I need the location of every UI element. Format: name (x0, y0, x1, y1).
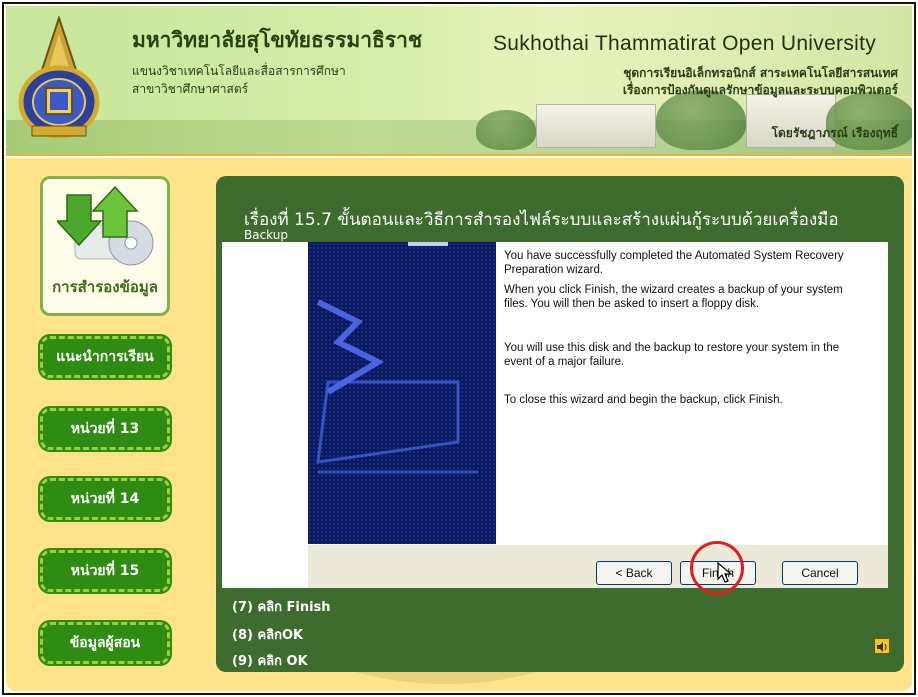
lesson-title-continued: Backup (244, 228, 288, 242)
university-thai-title: มหาวิทยาลัยสุโขทัยธรรมาธิราช (132, 27, 423, 52)
university-english-title: Sukhothai Thammatirat Open University (493, 32, 877, 55)
wizard-side-graphic (308, 242, 496, 544)
wizard-button-bar: < Back Finish Cancel (308, 541, 888, 595)
wizard-text-completed: You have successfully completed the Auto… (504, 250, 844, 276)
wizard-text-restore-info: You will use this disk and the backup to… (504, 342, 840, 368)
wizard-text-finish-info: When you click Finish, the wizard create… (504, 284, 843, 310)
mouse-cursor-icon (717, 561, 733, 583)
lesson-panel: เรื่องที่ 15.7 ขั้นตอนและวิธีการสำรองไฟล… (216, 176, 904, 672)
tree-decoration (476, 110, 536, 150)
lesson-title: เรื่องที่ 15.7 ขั้นตอนและวิธีการสำรองไฟล… (244, 210, 839, 230)
sidebar-item-intro[interactable]: แนะนำการเรียน (40, 336, 170, 378)
university-seal-logo (18, 16, 100, 139)
backup-logo-box[interactable]: การสำรองข้อมูล (40, 176, 170, 316)
sidebar-item-unit-14[interactable]: หน่วยที่ 14 (40, 478, 170, 520)
step-9: (9) คลิก OK (232, 654, 308, 669)
speaker-icon[interactable] (874, 638, 890, 654)
wizard-text-close-info: To close this wizard and begin the backu… (504, 394, 783, 406)
back-button[interactable]: < Back (596, 561, 672, 585)
sidebar-item-unit-15[interactable]: หน่วยที่ 15 (40, 550, 170, 592)
department-label: แขนงวิชาเทคโนโลยีและสื่อสารการศึกษา (132, 64, 346, 78)
step-8: (8) คลิกOK (232, 628, 304, 643)
author-credit: โดยรัชฎาภรณ์ เรืองฤทธิ์ (771, 126, 898, 140)
step-7: (7) คลิก Finish (232, 600, 331, 615)
course-topic: เรื่องการป้องกันดูแลรักษาข้อมูลและระบบคอ… (622, 83, 898, 97)
wizard-screenshot: You have successfully completed the Auto… (222, 242, 888, 595)
header-banner: มหาวิทยาลัยสุโขทัยธรรมาธิราช แขนงวิชาเทค… (6, 6, 912, 156)
backup-logo-label: การสำรองข้อมูล (52, 278, 158, 296)
building-decoration (536, 104, 656, 148)
sidebar-item-unit-13[interactable]: หน่วยที่ 13 (40, 408, 170, 450)
faculty-label: สาขาวิชาศึกษาศาสตร์ (132, 82, 249, 96)
sidebar-item-instructor[interactable]: ข้อมูลผู้สอน (40, 622, 170, 664)
main-area: การสำรองข้อมูล แนะนำการเรียน หน่วยที่ 13… (6, 158, 912, 691)
cancel-button[interactable]: Cancel (782, 561, 858, 585)
backup-sync-icon (57, 185, 154, 266)
speaker-glyph (877, 642, 887, 652)
wizard-art (316, 242, 478, 474)
